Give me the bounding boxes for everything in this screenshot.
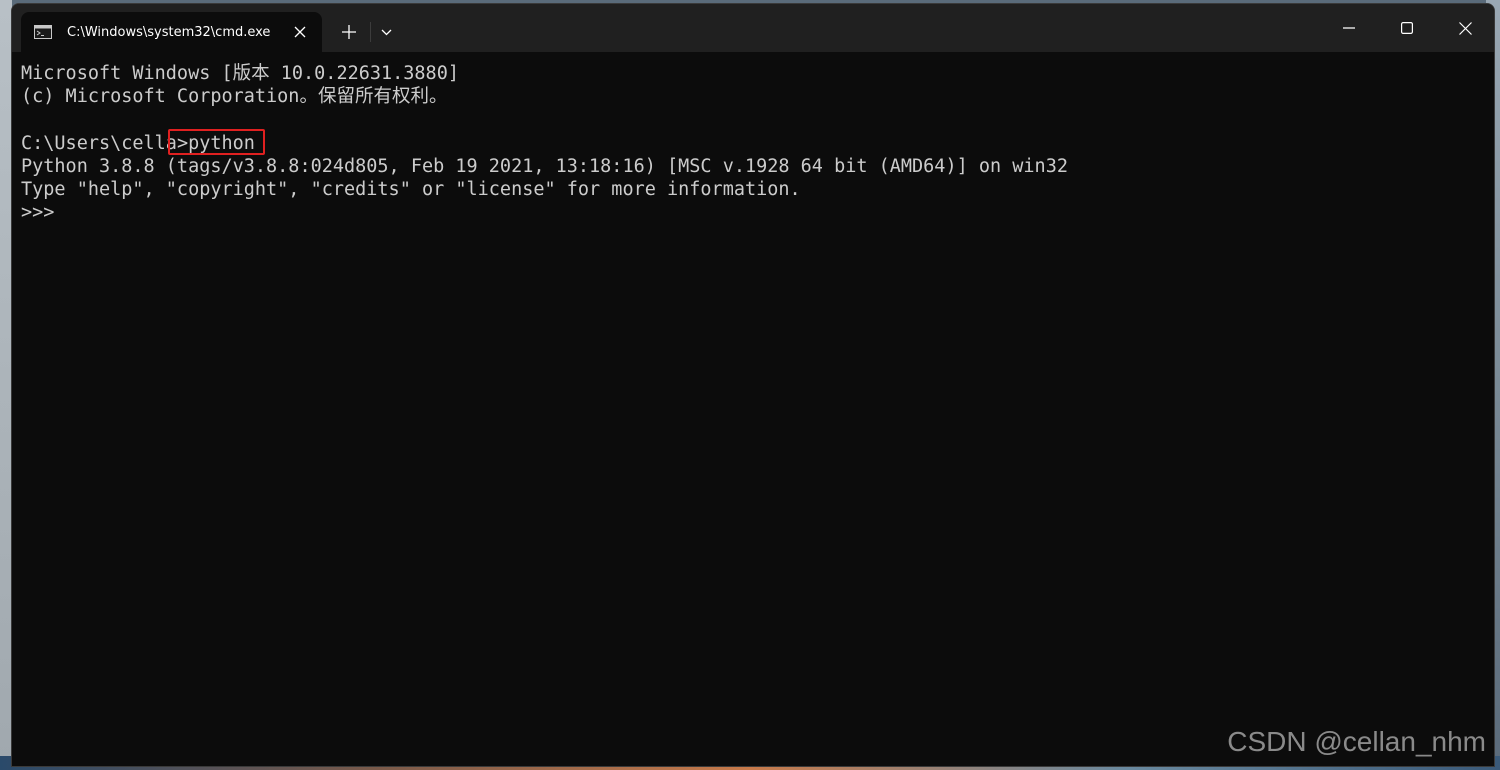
plus-icon — [342, 25, 356, 39]
close-icon — [1458, 21, 1472, 35]
tab-divider — [370, 22, 371, 42]
cmd-icon — [34, 25, 52, 39]
maximize-icon — [1401, 22, 1413, 34]
terminal-output[interactable]: Microsoft Windows [版本 10.0.22631.3880] (… — [12, 52, 1494, 766]
chevron-down-icon — [381, 29, 391, 35]
terminal-line: (c) Microsoft Corporation。保留所有权利。 — [21, 86, 448, 108]
tab-title: C:\Windows\system32\cmd.exe — [67, 24, 271, 40]
title-bar[interactable]: C:\Windows\system32\cmd.exe — [12, 4, 1494, 52]
watermark: CSDN @cellan_nhm — [1227, 726, 1486, 757]
prompt-path: C:\Users\cella — [21, 132, 177, 154]
window-controls — [1320, 4, 1494, 52]
minimize-icon — [1343, 27, 1355, 29]
tab-cmd[interactable]: C:\Windows\system32\cmd.exe — [21, 12, 322, 52]
close-button[interactable] — [1436, 4, 1494, 52]
highlighted-command: >python — [167, 128, 265, 155]
python-prompt: >>> — [21, 202, 55, 224]
tab-dropdown-button[interactable] — [374, 16, 398, 48]
maximize-button[interactable] — [1378, 4, 1436, 52]
terminal-line: Microsoft Windows [版本 10.0.22631.3880] — [21, 63, 459, 84]
terminal-line: Type "help", "copyright", "credits" or "… — [21, 178, 801, 200]
terminal-line: Python 3.8.8 (tags/v3.8.8:024d805, Feb 1… — [21, 155, 1068, 177]
tab-close-button[interactable] — [290, 22, 310, 42]
minimize-button[interactable] — [1320, 4, 1378, 52]
close-icon — [294, 26, 306, 38]
command-line: C:\Users\cella>python — [21, 128, 1494, 155]
new-tab-button[interactable] — [333, 16, 365, 48]
terminal-window: C:\Windows\system32\cmd.exe Microsoft Wi… — [11, 3, 1495, 767]
